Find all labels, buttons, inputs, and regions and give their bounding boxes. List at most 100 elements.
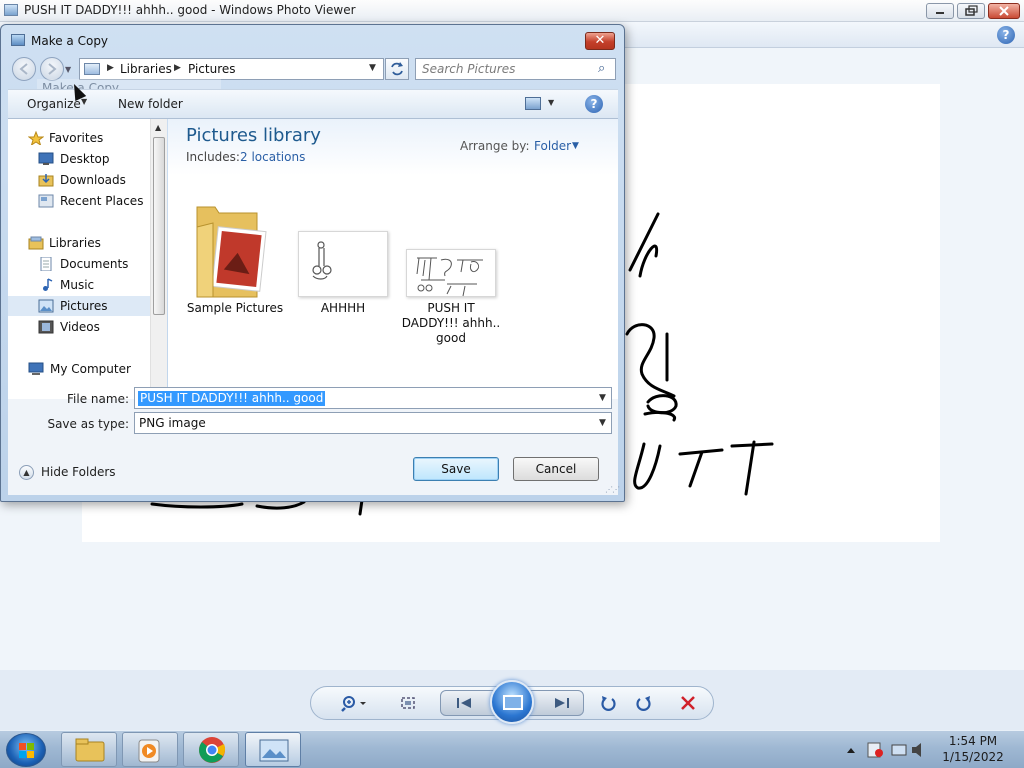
nav-recent-places[interactable]: Recent Places <box>8 191 150 211</box>
search-input[interactable] <box>422 59 592 79</box>
filetype-dropdown-icon[interactable]: ▼ <box>599 418 606 428</box>
delete-button[interactable] <box>676 694 700 712</box>
library-title: Pictures library <box>186 125 321 146</box>
nav-documents[interactable]: Documents <box>8 254 150 274</box>
rotate-right-icon <box>636 696 651 711</box>
minimize-icon <box>936 12 944 14</box>
sketch-thumbnail-icon <box>416 257 483 297</box>
clock-time[interactable]: 1:54 PM <box>926 734 1020 748</box>
downloads-icon <box>38 174 54 187</box>
restore-button[interactable] <box>957 3 985 19</box>
chevron-right-icon: ▶ <box>174 63 181 73</box>
nav-desktop[interactable]: Desktop <box>8 149 150 169</box>
actual-size-icon <box>401 697 415 709</box>
music-icon <box>43 278 53 291</box>
previous-button[interactable] <box>451 695 481 714</box>
breadcrumb-pictures[interactable]: Pictures <box>188 62 236 76</box>
chevron-right-icon: ▶ <box>107 63 114 73</box>
views-button[interactable] <box>525 97 541 110</box>
delete-icon <box>681 696 695 710</box>
next-button[interactable] <box>545 695 575 714</box>
sketch-thumbnail-icon <box>312 241 332 280</box>
media-player-icon <box>138 739 160 763</box>
search-icon[interactable]: ⌕ <box>598 61 605 76</box>
filename-dropdown-icon[interactable]: ▼ <box>599 393 606 403</box>
organize-dropdown-icon: ▼ <box>81 97 88 106</box>
content-pane: Pictures library Includes: 2 locations A… <box>168 119 618 399</box>
taskbar <box>0 730 1024 768</box>
breadcrumb-libraries[interactable]: Libraries <box>120 62 172 76</box>
nav-documents-label: Documents <box>60 257 129 271</box>
scroll-up-icon[interactable]: ▲ <box>155 123 161 132</box>
star-icon <box>28 131 44 145</box>
library-locations-link[interactable]: 2 locations <box>240 150 305 164</box>
recent-locations-dropdown[interactable]: ▼ <box>65 65 71 74</box>
back-button[interactable] <box>12 57 36 81</box>
rotate-left-button[interactable] <box>597 694 621 712</box>
refresh-button[interactable] <box>385 58 409 80</box>
desktop-icon <box>38 152 54 165</box>
address-bar[interactable]: ▶ Libraries ▶ Pictures ▼ <box>79 58 384 80</box>
nav-libraries-label: Libraries <box>49 236 101 250</box>
dialog-close-button[interactable]: ✕ <box>585 32 615 50</box>
cancel-button[interactable]: Cancel <box>513 457 599 481</box>
new-folder-button[interactable]: New folder <box>118 97 183 111</box>
image-thumbnail <box>406 249 496 297</box>
arrange-dropdown-icon[interactable]: ▼ <box>572 141 579 151</box>
arrange-by-dropdown[interactable]: Folder <box>534 139 571 153</box>
forward-button[interactable] <box>40 57 64 81</box>
navigation-scrollbar[interactable]: ▲ ▼ <box>150 119 167 399</box>
nav-videos[interactable]: Videos <box>8 317 150 337</box>
file-tile[interactable]: PUSH IT DADDY!!! ahhh.. good <box>401 203 501 353</box>
photo-viewer-titlebar: PUSH IT DADDY!!! ahhh.. good - Windows P… <box>0 0 1024 22</box>
window-close-button[interactable] <box>988 3 1020 19</box>
scrollbar-thumb[interactable] <box>153 137 165 315</box>
nav-pictures[interactable]: Pictures <box>8 296 150 316</box>
chevron-up-icon: ▲ <box>19 465 34 480</box>
taskbar-photo-viewer[interactable] <box>245 732 301 767</box>
clock-date[interactable]: 1/15/2022 <box>926 750 1020 764</box>
file-tile[interactable]: Sample Pictures <box>185 203 285 353</box>
resize-grip[interactable]: ⋰⋰ <box>605 485 620 494</box>
nav-libraries[interactable]: Libraries <box>8 233 150 253</box>
organize-button[interactable]: Organize <box>27 97 81 111</box>
volume-icon <box>912 743 921 757</box>
nav-my-computer[interactable]: My Computer <box>8 359 150 379</box>
tray-icons <box>847 742 921 758</box>
hide-folders-label: Hide Folders <box>41 465 116 479</box>
forward-arrow-icon <box>48 63 57 75</box>
nav-music-label: Music <box>60 278 95 292</box>
filename-label: File name: <box>67 392 129 406</box>
help-icon[interactable]: ? <box>997 26 1015 44</box>
taskbar-explorer[interactable] <box>61 732 117 767</box>
save-button[interactable]: Save <box>413 457 499 481</box>
filename-field[interactable]: PUSH IT DADDY!!! ahhh.. good ▼ <box>134 387 612 409</box>
views-dropdown-icon[interactable]: ▼ <box>548 98 554 107</box>
nav-favorites[interactable]: Favorites <box>8 128 150 148</box>
zoom-button[interactable] <box>340 694 366 712</box>
pictures-icon <box>38 299 54 313</box>
minimize-button[interactable] <box>926 3 954 19</box>
address-dropdown[interactable]: ▼ <box>369 63 376 73</box>
videos-icon <box>38 320 54 334</box>
filetype-select[interactable]: PNG image ▼ <box>134 412 612 434</box>
slideshow-button[interactable] <box>490 680 534 724</box>
actual-size-button[interactable] <box>396 694 420 712</box>
folder-icon <box>75 738 105 762</box>
filetype-label: Save as type: <box>47 417 129 431</box>
filename-input[interactable]: PUSH IT DADDY!!! ahhh.. good <box>138 391 326 406</box>
nav-favorites-label: Favorites <box>49 131 104 145</box>
dialog-help-icon[interactable]: ? <box>585 95 603 113</box>
rotate-right-button[interactable] <box>631 694 655 712</box>
start-button[interactable] <box>6 733 46 767</box>
nav-music[interactable]: Music <box>8 275 150 295</box>
photo-viewer-title: PUSH IT DADDY!!! ahhh.. good - Windows P… <box>24 3 356 17</box>
taskbar-media-player[interactable] <box>122 732 178 767</box>
arrange-by-label: Arrange by: <box>460 139 530 153</box>
nav-downloads[interactable]: Downloads <box>8 170 150 190</box>
zoom-icon <box>341 696 366 712</box>
navigation-pane: Favorites Desktop Downloads Recent Place… <box>8 119 150 399</box>
taskbar-chrome[interactable] <box>183 732 239 767</box>
file-tile[interactable]: AHHHH <box>293 203 393 353</box>
nav-my-computer-label: My Computer <box>50 362 131 376</box>
